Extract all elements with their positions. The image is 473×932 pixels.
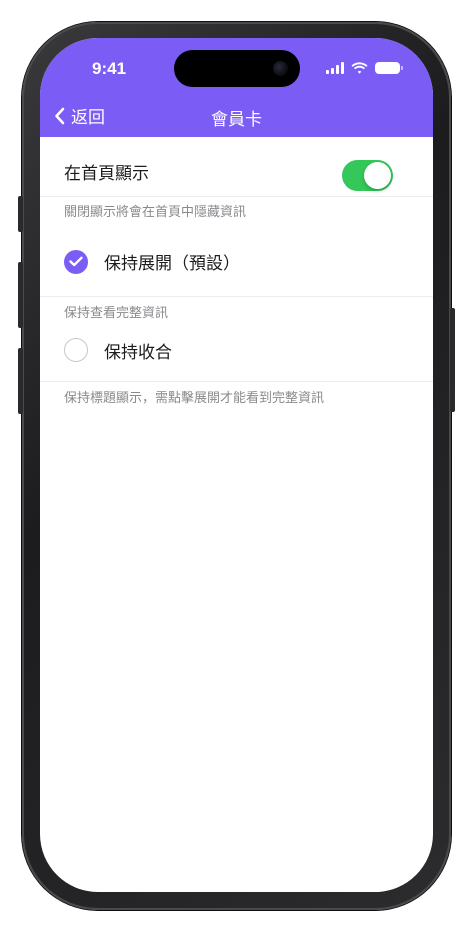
status-time: 9:41 [92,59,127,78]
toggle-knob [364,162,391,189]
wifi-icon [351,62,368,74]
option-collapsed-label: 保持收合 [104,342,172,363]
volume-up-button [18,262,23,328]
show-on-home-row: 在首頁顯示 [40,137,433,197]
screen: 9:41 返回 會員卡 在首頁顯示 關閉顯示將會在首頁中隱藏資訊 保持展開（預設… [40,38,433,892]
checkmark-icon [69,256,83,267]
header: 9:41 返回 會員卡 [40,38,433,137]
show-on-home-helper: 關閉顯示將會在首頁中隱藏資訊 [64,205,247,220]
power-button [450,308,455,412]
nav-bar: 返回 會員卡 [40,98,433,137]
volume-down-button [18,348,23,414]
settings-content: 在首頁顯示 關閉顯示將會在首頁中隱藏資訊 保持展開（預設） 保持查看完整資訊 保… [40,137,433,406]
show-on-home-toggle[interactable] [342,160,393,191]
show-on-home-label: 在首頁顯示 [64,164,149,184]
option-collapsed-helper: 保持標題顯示，需點擊展開才能看到完整資訊 [64,391,325,406]
option-collapsed[interactable]: 保持收合 [40,319,433,381]
page-title: 會員卡 [211,110,262,130]
option-expanded-helper: 保持查看完整資訊 [64,306,169,321]
status-icons [326,62,403,74]
status-bar: 9:41 [40,38,433,98]
radio-unchecked-icon [64,338,88,362]
radio-checked-icon [64,249,88,274]
battery-icon [375,62,403,74]
camera-icon [273,61,288,76]
option-expanded[interactable]: 保持展開（預設） [40,227,433,296]
option-expanded-label: 保持展開（預設） [104,254,240,274]
dynamic-island [174,50,300,87]
action-button [18,196,23,232]
cellular-signal-icon [326,62,344,74]
